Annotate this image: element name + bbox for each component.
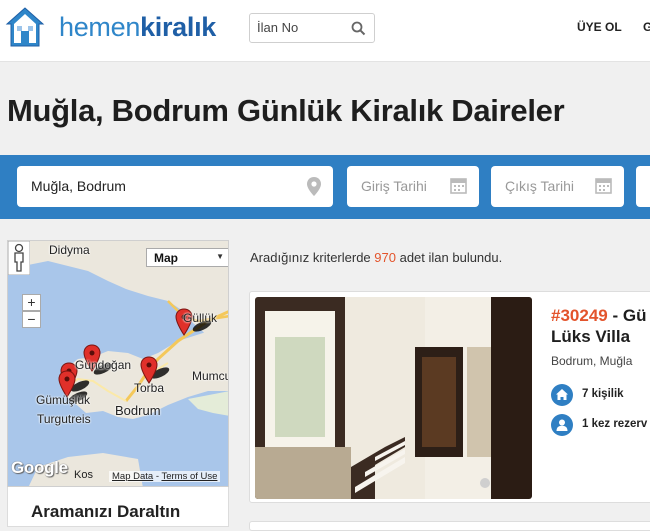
listing-card[interactable]: #30249 - Gü Lüks Villa Bodrum, Muğla 7 k… [249, 291, 650, 503]
chevron-down-icon: ▼ [216, 252, 224, 261]
checkout-date-field[interactable]: Çıkış Tarihi [491, 166, 624, 207]
map-label: Torba [134, 381, 165, 395]
top-bar: hemenkiralık ÜYE OL G [0, 0, 650, 62]
listing-title-line2: Lüks Villa [551, 327, 631, 346]
pegman-icon[interactable] [8, 241, 30, 275]
home-icon [551, 384, 573, 406]
map-type-select[interactable]: Map ▼ [146, 248, 228, 267]
map-label: Turgutreis [37, 412, 91, 426]
results-count: Aradığınız kriterlerde 970 adet ilan bul… [250, 250, 502, 265]
reservation-text: 1 kez rezerv [582, 418, 648, 430]
results-map[interactable]: + − Map ▼ Didyma Güllük Gündoğan Torba M… [7, 240, 229, 487]
listing-title-text: - Gü [607, 306, 647, 325]
map-label: Gümüşlük [36, 393, 91, 407]
listing-id: #30249 [551, 306, 608, 325]
results-number: 970 [374, 250, 396, 265]
location-field[interactable]: Muğla, Bodrum [17, 166, 333, 207]
listing-photo[interactable] [255, 297, 532, 499]
listing-number-search[interactable] [249, 13, 375, 43]
map-type-label: Map [154, 251, 178, 265]
search-icon[interactable] [351, 21, 366, 36]
checkout-placeholder: Çıkış Tarihi [505, 178, 574, 194]
house-logo-icon[interactable] [5, 6, 45, 48]
login-link[interactable]: G [643, 20, 650, 34]
map-attribution: Map Data - Terms of Use [109, 471, 221, 482]
zoom-in-button[interactable]: + [22, 294, 41, 311]
narrow-search-title: Aramanızı Daraltın [31, 502, 181, 521]
location-value: Muğla, Bodrum [31, 178, 126, 194]
listing-card[interactable] [249, 521, 650, 531]
map-label: Kos [74, 469, 93, 481]
brand-bold: kiralık [140, 12, 217, 42]
listing-location: Bodrum, Muğla [551, 354, 633, 368]
calendar-icon [450, 178, 467, 194]
listing-title[interactable]: #30249 - Gü Lüks Villa [551, 305, 646, 347]
listing-number-input[interactable] [257, 20, 347, 35]
map-pin-icon [307, 177, 321, 196]
brand-light: hemen [59, 12, 141, 42]
map-label: Bodrum [115, 403, 161, 418]
map-label: Gündoğan [75, 358, 132, 372]
map-label: Didyma [49, 243, 90, 257]
capacity-text: 7 kişilik [582, 388, 624, 400]
signup-link[interactable]: ÜYE OL [577, 20, 622, 34]
results-suffix: adet ilan bulundu. [395, 250, 503, 265]
search-filter-bar: Muğla, Bodrum Giriş Tarihi Çıkış Tarihi [0, 155, 650, 219]
brand-name[interactable]: hemenkiralık [59, 12, 216, 43]
map-label: Mumcu [192, 369, 229, 383]
map-data-link[interactable]: Map Data [112, 471, 153, 482]
checkin-placeholder: Giriş Tarihi [361, 178, 427, 194]
results-prefix: Aradığınız kriterlerde [250, 250, 375, 265]
calendar-icon [595, 178, 612, 194]
map-label: Güllük [183, 311, 218, 325]
user-icon [551, 414, 573, 436]
narrow-search-panel: Aramanızı Daraltın [7, 487, 229, 527]
page-title: Muğla, Bodrum Günlük Kiralık Daireler [7, 93, 565, 128]
zoom-out-button[interactable]: − [22, 311, 41, 328]
guest-count-field[interactable] [636, 166, 650, 207]
checkin-date-field[interactable]: Giriş Tarihi [347, 166, 479, 207]
google-logo[interactable]: Google [11, 458, 68, 478]
terms-of-use-link[interactable]: Terms of Use [161, 471, 217, 482]
